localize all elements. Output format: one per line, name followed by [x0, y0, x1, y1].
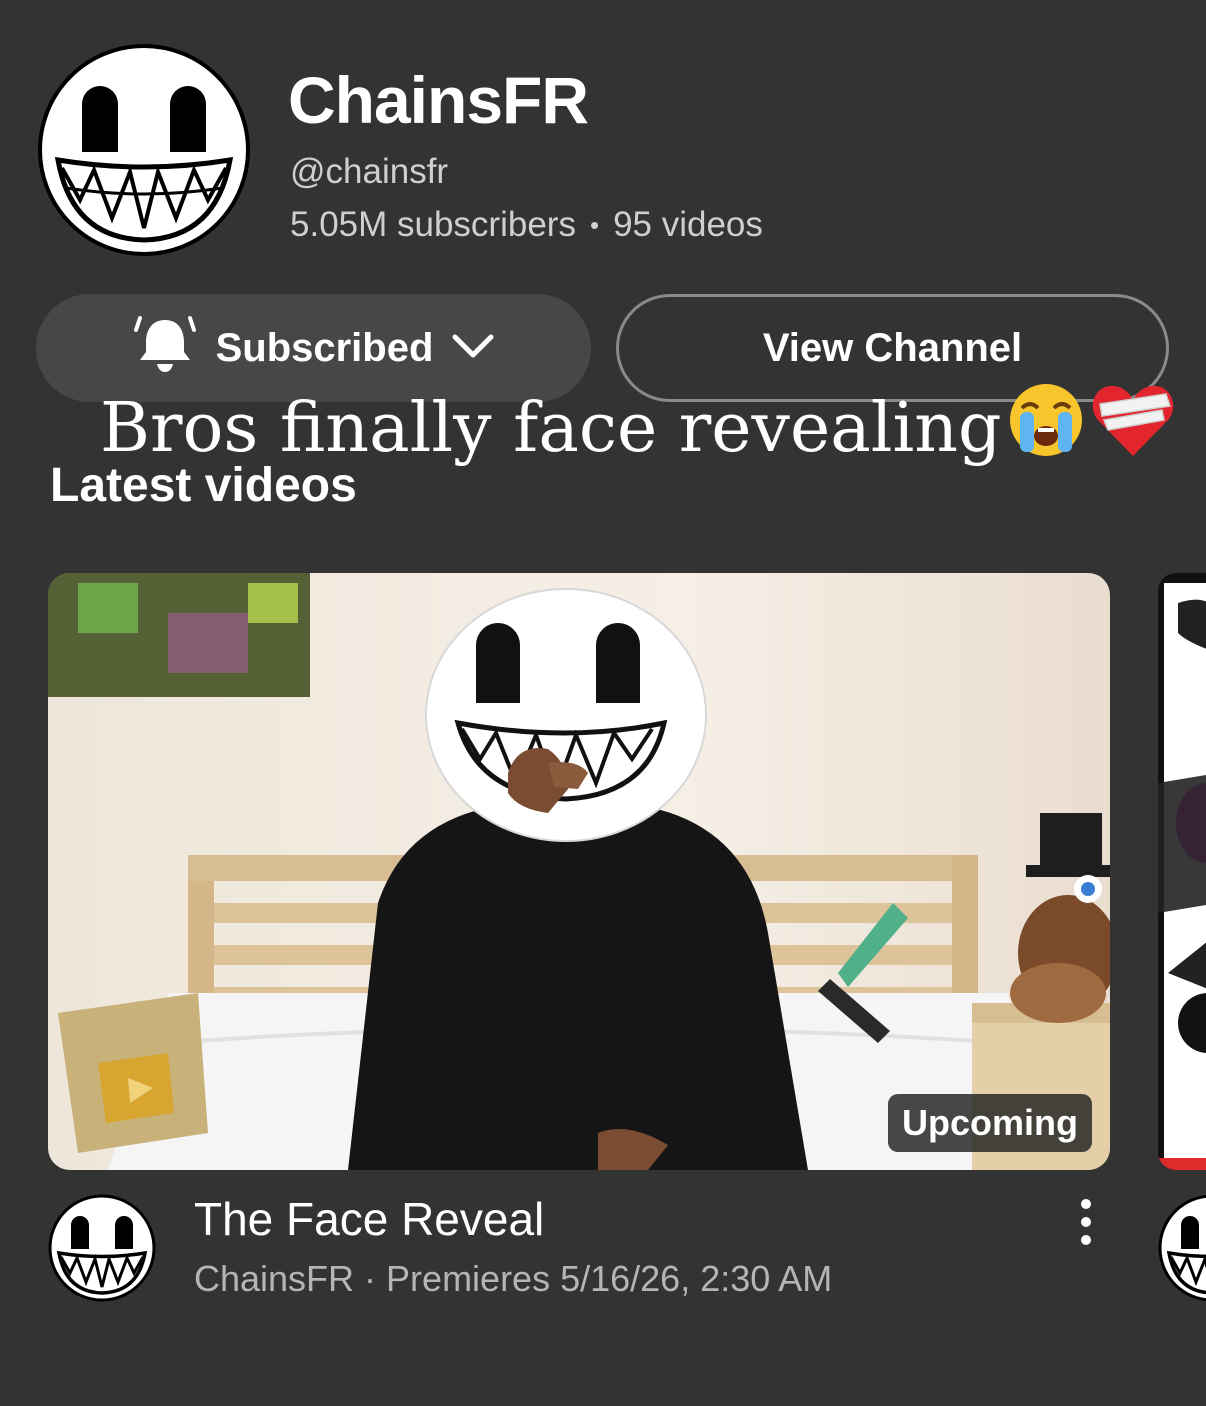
next-video-thumbnail[interactable] [1158, 573, 1206, 1170]
upcoming-badge: Upcoming [888, 1094, 1092, 1152]
channel-name: ChainsFR [288, 63, 589, 137]
more-vert-icon[interactable] [1064, 1196, 1108, 1248]
chevron-down-icon [451, 326, 495, 371]
stats-separator: • [589, 209, 600, 240]
video-channel-avatar[interactable] [48, 1194, 156, 1302]
bell-ringing-icon [132, 312, 198, 384]
channel-avatar[interactable] [36, 42, 252, 258]
loudly-crying-face-icon [1006, 380, 1086, 477]
subscriber-count: 5.05M subscribers [290, 205, 576, 244]
next-video-channel-avatar[interactable] [1158, 1194, 1206, 1302]
subscribed-label: Subscribed [215, 325, 434, 370]
video-subtitle: ChainsFR · Premieres 5/16/26, 2:30 AM [194, 1258, 833, 1299]
video-title[interactable]: The Face Reveal [194, 1192, 544, 1246]
video-count: 95 videos [613, 205, 763, 244]
channel-handle: @chainsfr [290, 152, 449, 191]
section-title: Latest videos [50, 459, 357, 512]
channel-stats: 5.05M subscribers • 95 videos [290, 205, 763, 245]
video-thumbnail[interactable]: Upcoming [48, 573, 1110, 1170]
view-channel-label: View Channel [762, 325, 1023, 370]
mending-heart-icon [1090, 380, 1176, 477]
caption-text: Bros finally face revealing [100, 389, 1002, 468]
